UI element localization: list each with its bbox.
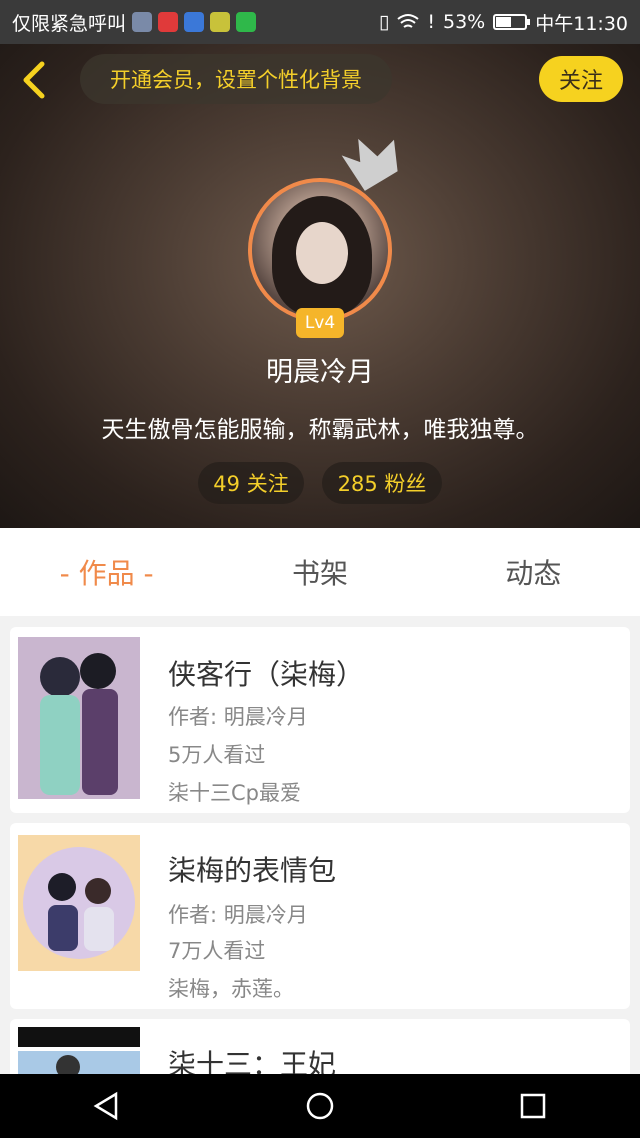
nickname: 明晨冷月 bbox=[266, 357, 374, 388]
vibrate-icon: ▯ bbox=[378, 11, 390, 33]
work-description: 柒梅，赤莲。 bbox=[168, 977, 294, 1001]
work-cover-image bbox=[18, 1027, 140, 1079]
following-count[interactable]: 49 关注 bbox=[198, 462, 304, 504]
vip-background-prompt[interactable]: 开通会员，设置个性化背景 bbox=[80, 54, 392, 104]
work-author: 作者: 明晨冷月 bbox=[168, 903, 308, 927]
work-card[interactable]: 侠客行（柒梅） 作者: 明晨冷月 5万人看过 柒十三Cp最爱 bbox=[10, 627, 630, 813]
work-views: 5万人看过 bbox=[168, 743, 266, 767]
work-description: 柒十三Cp最爱 bbox=[168, 781, 301, 805]
work-cover-image bbox=[18, 637, 140, 799]
nav-home-icon[interactable] bbox=[305, 1091, 335, 1121]
tab-bookshelf[interactable]: 书架 bbox=[213, 528, 426, 616]
nav-recents-icon[interactable] bbox=[518, 1091, 548, 1121]
nav-back-icon[interactable] bbox=[92, 1091, 122, 1121]
clock: 中午11:30 bbox=[535, 12, 628, 35]
battery-percent: 53% bbox=[443, 11, 486, 33]
work-title: 柒梅的表情包 bbox=[168, 854, 337, 887]
work-cover-image bbox=[18, 835, 140, 971]
follow-button[interactable]: 关注 bbox=[539, 56, 623, 102]
back-arrow-icon[interactable] bbox=[14, 58, 58, 102]
profile-tabs: - 作品 - 书架 动态 bbox=[0, 528, 640, 616]
work-views: 7万人看过 bbox=[168, 939, 266, 963]
shopping-app-icon bbox=[158, 12, 179, 32]
followers-count[interactable]: 285 粉丝 bbox=[322, 462, 442, 504]
wifi-icon bbox=[397, 14, 419, 28]
level-badge: Lv4 bbox=[296, 308, 344, 338]
work-card[interactable]: 柒十三：王妃 bbox=[10, 1019, 630, 1079]
avatar[interactable] bbox=[248, 178, 392, 322]
work-author: 作者: 明晨冷月 bbox=[168, 705, 308, 729]
status-bar: 仅限紧急呼叫 ▯ ! 53% 中午11:30 bbox=[0, 0, 640, 44]
carrier-text: 仅限紧急呼叫 bbox=[12, 12, 127, 35]
tab-activity[interactable]: 动态 bbox=[427, 528, 640, 616]
tab-works[interactable]: - 作品 - bbox=[0, 528, 213, 616]
profile-header: 开通会员，设置个性化背景 关注 Lv4 明晨冷月 天生傲骨怎能服输，称霸武林，唯… bbox=[0, 44, 640, 528]
system-nav-bar bbox=[0, 1074, 640, 1138]
game-app-icon bbox=[210, 12, 231, 32]
sim-alert-icon: ! bbox=[427, 11, 435, 33]
app-notification-icon bbox=[132, 12, 153, 32]
iqiyi-app-icon bbox=[236, 12, 257, 32]
bio-text: 天生傲骨怎能服输，称霸武林，唯我独尊。 bbox=[101, 417, 539, 443]
work-card[interactable]: 柒梅的表情包 作者: 明晨冷月 7万人看过 柒梅，赤莲。 bbox=[10, 823, 630, 1009]
baidu-app-icon bbox=[184, 12, 205, 32]
work-title: 侠客行（柒梅） bbox=[168, 658, 365, 691]
battery-icon bbox=[493, 14, 531, 30]
